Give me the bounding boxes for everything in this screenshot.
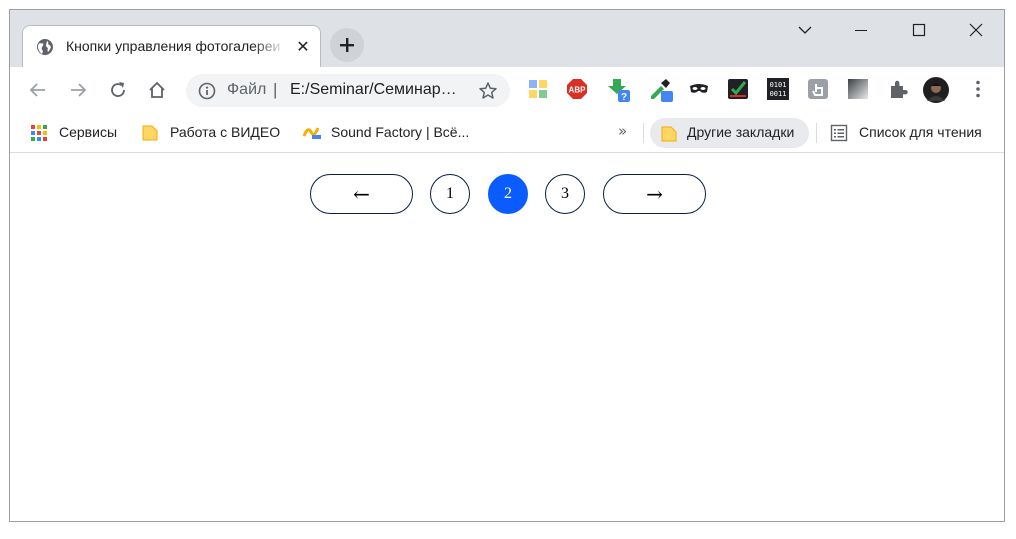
eyedropper-icon[interactable] bbox=[648, 77, 674, 103]
colorful-extension-icon[interactable] bbox=[526, 77, 552, 103]
reading-list-icon bbox=[830, 124, 848, 142]
maximize-icon bbox=[912, 23, 926, 37]
sound-factory-icon bbox=[302, 124, 321, 142]
chevron-down-icon bbox=[798, 26, 812, 34]
scheme-label: Файл bbox=[227, 81, 267, 98]
avatar[interactable] bbox=[923, 77, 949, 103]
arrow-left-icon bbox=[29, 83, 45, 97]
tab-title: Кнопки управления фотогалереи bbox=[66, 38, 281, 54]
forward-button[interactable] bbox=[64, 76, 92, 104]
scheme-separator: | bbox=[273, 80, 278, 99]
info-icon[interactable] bbox=[198, 82, 216, 100]
tab-strip: Кнопки управления фотогалереи ✕ bbox=[10, 10, 1004, 68]
bookmarks-divider bbox=[816, 123, 817, 143]
incognito-mask-icon[interactable] bbox=[687, 77, 713, 103]
minimize-icon bbox=[855, 30, 867, 31]
next-page-button[interactable]: → bbox=[603, 174, 706, 214]
svg-text:0011: 0011 bbox=[770, 90, 787, 98]
star-icon[interactable] bbox=[478, 81, 498, 101]
bookmarks-bar: Сервисы Работа с ВИДЕО Sound Factory | В… bbox=[10, 113, 1004, 153]
prev-page-button[interactable]: ← bbox=[310, 174, 413, 214]
browser-window: Кнопки управления фотогалереи ✕ Файл | E… bbox=[9, 9, 1005, 522]
close-icon bbox=[969, 23, 983, 37]
tab-search-button[interactable] bbox=[790, 18, 820, 42]
page-button-1[interactable]: 1 bbox=[430, 174, 470, 214]
globe-icon bbox=[36, 38, 54, 56]
reload-button[interactable] bbox=[104, 76, 132, 104]
bookmark-label: Сервисы bbox=[59, 124, 118, 140]
touch-extension-icon[interactable] bbox=[806, 77, 832, 103]
folder-icon bbox=[660, 125, 678, 143]
url-text[interactable]: E:/Seminar/Семинар… bbox=[290, 81, 470, 99]
page-button-3[interactable]: 3 bbox=[545, 174, 585, 214]
maximize-button[interactable] bbox=[904, 18, 934, 42]
back-button[interactable] bbox=[24, 76, 52, 104]
bookmark-other-folder[interactable]: Другие закладки bbox=[650, 118, 809, 148]
home-button[interactable] bbox=[143, 76, 171, 104]
gradient-extension-icon[interactable] bbox=[846, 77, 872, 103]
binary-extension-icon[interactable]: 0101 0011 bbox=[766, 77, 792, 103]
tab-close-button[interactable]: ✕ bbox=[292, 36, 314, 58]
arrow-right-icon bbox=[71, 83, 87, 97]
bookmark-label: Работа с ВИДЕО bbox=[170, 124, 281, 140]
bookmark-label: Другие закладки bbox=[687, 124, 795, 140]
svg-text:0101: 0101 bbox=[770, 81, 787, 89]
apps-grid-icon bbox=[30, 124, 48, 142]
close-window-button[interactable] bbox=[961, 18, 991, 42]
bookmarks-divider bbox=[643, 123, 644, 143]
checkmark-extension-icon[interactable] bbox=[726, 77, 752, 103]
page-button-2[interactable]: 2 bbox=[488, 174, 528, 214]
bookmark-label: Sound Factory | Всё... bbox=[331, 124, 470, 140]
adblock-icon[interactable]: ABP bbox=[565, 77, 591, 103]
toolbar: Файл | E:/Seminar/Семинар… ABP ? 0101 00… bbox=[10, 67, 1004, 113]
svg-text:ABP: ABP bbox=[569, 86, 587, 95]
tab-active[interactable]: Кнопки управления фотогалереи ✕ bbox=[22, 25, 321, 68]
reload-icon bbox=[111, 82, 125, 97]
folder-icon bbox=[141, 124, 159, 142]
bookmarks-overflow-button[interactable]: » bbox=[618, 122, 627, 140]
plus-icon bbox=[340, 38, 354, 52]
svg-text:?: ? bbox=[621, 92, 627, 103]
address-bar[interactable]: Файл | E:/Seminar/Семинар… bbox=[186, 74, 510, 107]
new-tab-button[interactable] bbox=[330, 28, 364, 62]
bookmark-label: Список для чтения bbox=[859, 124, 982, 140]
kebab-menu-icon[interactable] bbox=[966, 77, 992, 103]
download-helper-icon[interactable]: ? bbox=[607, 77, 633, 103]
puzzle-icon[interactable] bbox=[886, 77, 912, 103]
home-icon bbox=[149, 81, 165, 98]
page-content: ← 1 2 3 → bbox=[10, 154, 1004, 521]
minimize-button[interactable] bbox=[846, 18, 876, 42]
